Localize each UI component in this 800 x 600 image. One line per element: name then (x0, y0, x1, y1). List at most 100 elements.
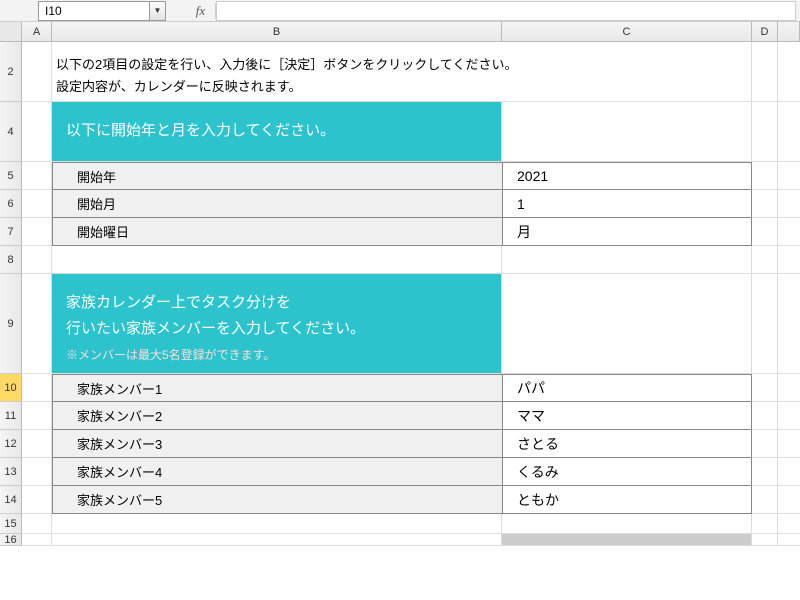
cell-E14[interactable] (778, 486, 800, 514)
cell-E11[interactable] (778, 402, 800, 430)
cell-D16[interactable] (752, 534, 778, 546)
row-header-2[interactable]: 2 (0, 42, 22, 102)
row-header-14[interactable]: 14 (0, 486, 22, 514)
instruction-line1: 以下の2項目の設定を行い、入力後に［決定］ボタンをクリックしてください。 (56, 54, 747, 76)
row-header-7[interactable]: 7 (0, 218, 22, 246)
cell-B8[interactable] (52, 246, 502, 274)
field-member3-label[interactable]: 家族メンバー3 (52, 430, 502, 458)
section2-line1: 家族カレンダー上でタスク分けを (66, 290, 487, 316)
cell-A16[interactable] (22, 534, 52, 546)
cell-A10[interactable] (22, 374, 52, 402)
section2-line2: 行いたい家族メンバーを入力してください。 (66, 316, 487, 342)
cell-A6[interactable] (22, 190, 52, 218)
cell-D14[interactable] (752, 486, 778, 514)
field-start-year-label[interactable]: 開始年 (52, 162, 502, 190)
cell-B16[interactable] (52, 534, 502, 546)
section2-header: 家族カレンダー上でタスク分けを 行いたい家族メンバーを入力してください。 ※メン… (52, 274, 502, 374)
col-header-D[interactable]: D (752, 22, 778, 42)
field-member2-label[interactable]: 家族メンバー2 (52, 402, 502, 430)
col-header-A[interactable]: A (22, 22, 52, 42)
cell-E10[interactable] (778, 374, 800, 402)
cell-E5[interactable] (778, 162, 800, 190)
row-header-13[interactable]: 13 (0, 458, 22, 486)
cell-E4[interactable] (778, 102, 800, 162)
field-member3-value[interactable]: さとる (502, 430, 752, 458)
cell-D7[interactable] (752, 218, 778, 246)
field-member1-value[interactable]: パパ (502, 374, 752, 402)
cell-D12[interactable] (752, 430, 778, 458)
name-box[interactable]: I10 (38, 1, 150, 21)
row-header-9[interactable]: 9 (0, 274, 22, 374)
cell-A11[interactable] (22, 402, 52, 430)
cell-D2[interactable] (752, 42, 778, 102)
cell-E2[interactable] (778, 42, 800, 102)
cell-D10[interactable] (752, 374, 778, 402)
formula-bar-row: I10 ▼ fx (0, 0, 800, 22)
col-header-rest[interactable] (778, 22, 800, 42)
cell-C15[interactable] (502, 514, 752, 534)
cell-A2[interactable] (22, 42, 52, 102)
instruction-text: 以下の2項目の設定を行い、入力後に［決定］ボタンをクリックしてください。 設定内… (52, 42, 752, 102)
cell-E7[interactable] (778, 218, 800, 246)
cell-A7[interactable] (22, 218, 52, 246)
row-header-5[interactable]: 5 (0, 162, 22, 190)
cell-A8[interactable] (22, 246, 52, 274)
cell-D9[interactable] (752, 274, 778, 374)
cell-E13[interactable] (778, 458, 800, 486)
field-start-year-value[interactable]: 2021 (502, 162, 752, 190)
section1-title: 以下に開始年と月を入力してください。 (66, 118, 487, 144)
cell-A13[interactable] (22, 458, 52, 486)
cell-E6[interactable] (778, 190, 800, 218)
instruction-line2: 設定内容が、カレンダーに反映されます。 (56, 76, 747, 98)
col-header-C[interactable]: C (502, 22, 752, 42)
row-header-4[interactable]: 4 (0, 102, 22, 162)
select-all-corner[interactable] (0, 22, 22, 42)
spreadsheet-grid: A B C D 2 以下の2項目の設定を行い、入力後に［決定］ボタンをクリックし… (0, 22, 800, 546)
field-member4-value[interactable]: くるみ (502, 458, 752, 486)
field-member5-value[interactable]: ともか (502, 486, 752, 514)
cell-D13[interactable] (752, 458, 778, 486)
row-header-15[interactable]: 15 (0, 514, 22, 534)
cell-C4[interactable] (502, 102, 752, 162)
cell-A15[interactable] (22, 514, 52, 534)
field-start-month-label[interactable]: 開始月 (52, 190, 502, 218)
cell-D15[interactable] (752, 514, 778, 534)
cell-E12[interactable] (778, 430, 800, 458)
cell-C16[interactable] (502, 534, 752, 546)
section2-note: ※メンバーは最大5名登録ができます。 (66, 345, 487, 365)
field-member1-label[interactable]: 家族メンバー1 (52, 374, 502, 402)
cell-E16[interactable] (778, 534, 800, 546)
row-header-10[interactable]: 10 (0, 374, 22, 402)
field-start-month-value[interactable]: 1 (502, 190, 752, 218)
cell-C8[interactable] (502, 246, 752, 274)
field-member4-label[interactable]: 家族メンバー4 (52, 458, 502, 486)
cell-A5[interactable] (22, 162, 52, 190)
cell-A12[interactable] (22, 430, 52, 458)
cell-E8[interactable] (778, 246, 800, 274)
cell-A9[interactable] (22, 274, 52, 374)
cell-C9[interactable] (502, 274, 752, 374)
row-header-6[interactable]: 6 (0, 190, 22, 218)
row-header-11[interactable]: 11 (0, 402, 22, 430)
cell-E9[interactable] (778, 274, 800, 374)
cell-D4[interactable] (752, 102, 778, 162)
formula-bar[interactable] (216, 1, 796, 21)
field-member2-value[interactable]: ママ (502, 402, 752, 430)
field-start-day-label[interactable]: 開始曜日 (52, 218, 502, 246)
col-header-B[interactable]: B (52, 22, 502, 42)
cell-D8[interactable] (752, 246, 778, 274)
cell-D11[interactable] (752, 402, 778, 430)
cell-A4[interactable] (22, 102, 52, 162)
cell-D6[interactable] (752, 190, 778, 218)
cell-A14[interactable] (22, 486, 52, 514)
fx-icon[interactable]: fx (186, 3, 216, 19)
field-start-day-value[interactable]: 月 (502, 218, 752, 246)
row-header-16[interactable]: 16 (0, 534, 22, 546)
name-box-dropdown[interactable]: ▼ (150, 1, 166, 21)
row-header-12[interactable]: 12 (0, 430, 22, 458)
cell-B15[interactable] (52, 514, 502, 534)
row-header-8[interactable]: 8 (0, 246, 22, 274)
field-member5-label[interactable]: 家族メンバー5 (52, 486, 502, 514)
cell-E15[interactable] (778, 514, 800, 534)
cell-D5[interactable] (752, 162, 778, 190)
